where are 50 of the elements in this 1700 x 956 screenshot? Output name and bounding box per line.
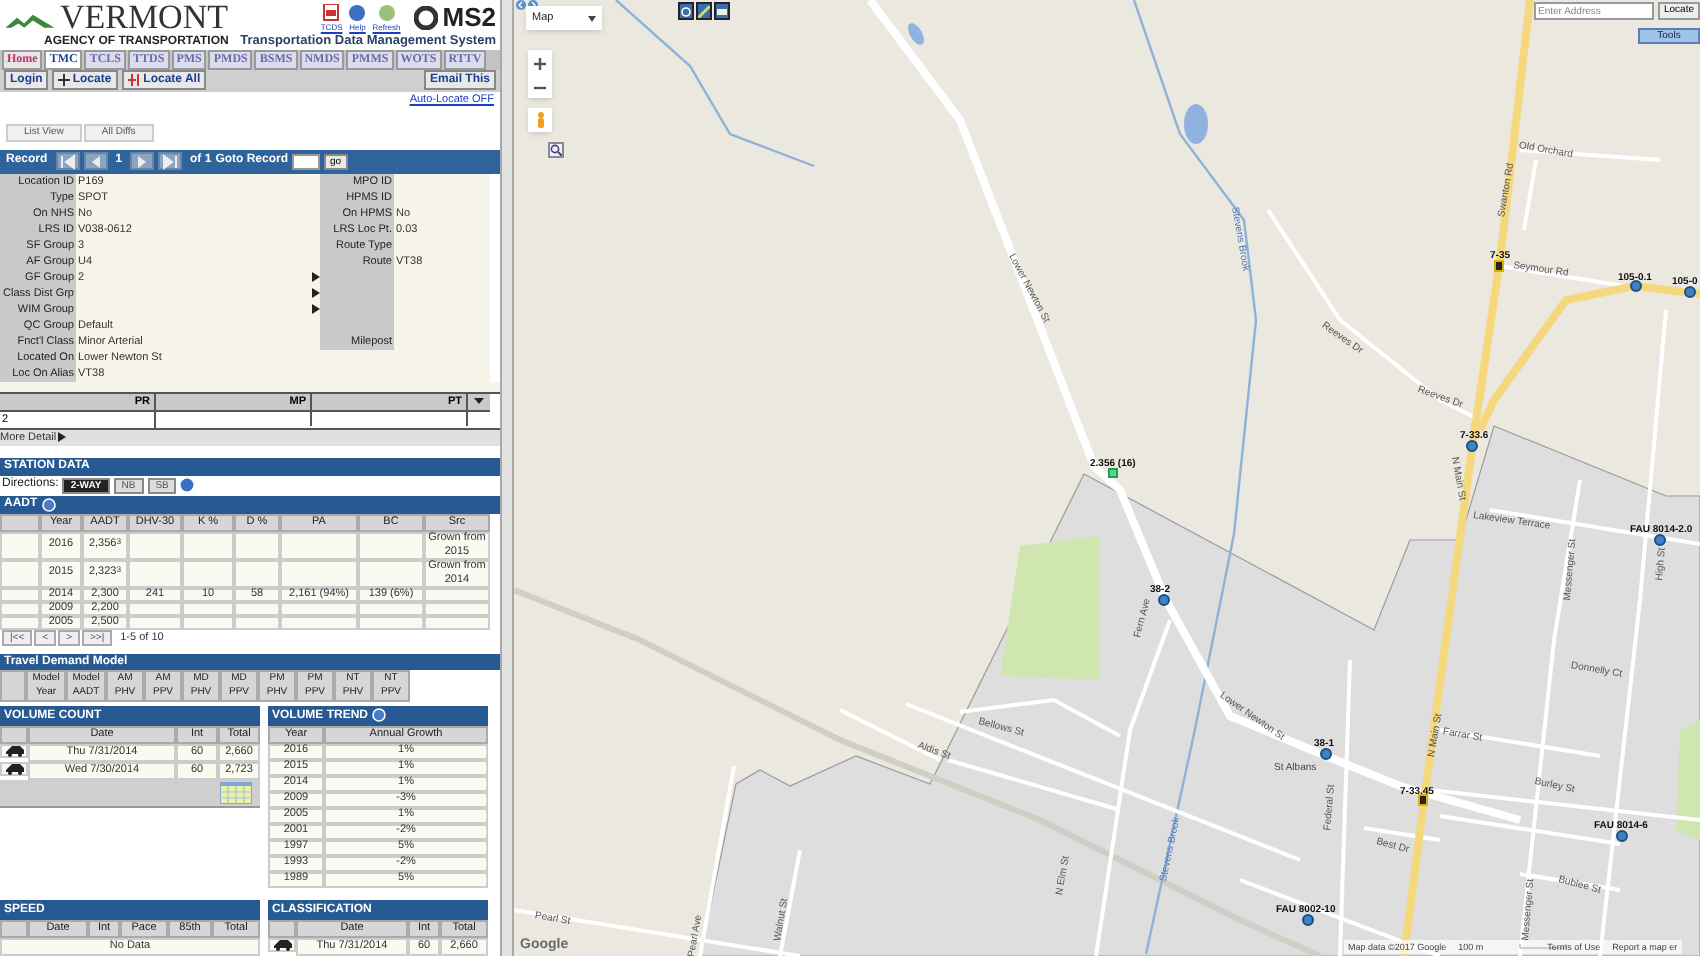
plus-icon xyxy=(58,74,71,87)
station-marker[interactable] xyxy=(1630,280,1642,292)
vehicle-icon xyxy=(5,761,23,776)
target-icon xyxy=(680,5,692,17)
zoom-control[interactable] xyxy=(528,50,552,98)
nav-prev-button[interactable] xyxy=(83,152,108,171)
ring-logo-icon xyxy=(414,5,439,29)
counter-marker[interactable] xyxy=(1494,260,1504,272)
help-icon xyxy=(180,478,195,493)
vehicle-icon xyxy=(5,743,23,758)
station-marker[interactable] xyxy=(1466,440,1478,452)
goto-input[interactable] xyxy=(292,153,321,170)
help-icon xyxy=(348,3,367,21)
prev-arrow-icon xyxy=(87,153,104,170)
map-tool-button[interactable] xyxy=(714,2,730,20)
map-tool-button[interactable] xyxy=(696,2,712,20)
ruler-icon xyxy=(698,5,710,17)
last-arrow-icon xyxy=(162,153,179,170)
empty-cell xyxy=(0,669,26,702)
mountain-logo-icon xyxy=(4,10,56,34)
next-arrow-icon xyxy=(134,153,151,170)
map-tool-button[interactable] xyxy=(678,2,694,20)
agency-name: VERMONT xyxy=(59,0,228,34)
caret-icon xyxy=(588,15,596,21)
nav-first-button[interactable] xyxy=(55,152,80,171)
nav-next-button[interactable] xyxy=(130,152,155,171)
help-icon xyxy=(372,708,386,723)
counter-marker[interactable] xyxy=(1418,794,1428,806)
magnifier-icon xyxy=(550,144,562,156)
nav-last-button[interactable] xyxy=(158,152,183,171)
person-icon xyxy=(535,112,545,128)
pond xyxy=(1184,104,1208,144)
park-area xyxy=(1676,720,1700,840)
first-arrow-icon xyxy=(59,153,76,170)
expand-arrow-icon xyxy=(58,432,67,443)
vehicle-icon xyxy=(273,937,291,952)
zoom-box-button[interactable] xyxy=(548,142,564,158)
park-area xyxy=(1000,536,1100,680)
count-marker[interactable] xyxy=(1108,468,1118,478)
caret-icon xyxy=(474,398,484,405)
zoom-in-icon xyxy=(534,58,546,70)
refresh-icon xyxy=(377,3,396,21)
plus-group-icon xyxy=(127,74,142,87)
station-marker[interactable] xyxy=(1684,286,1696,298)
left-arrow-icon xyxy=(516,0,526,10)
calendar-grid-icon xyxy=(220,781,252,804)
pond xyxy=(908,23,924,45)
layers-icon xyxy=(716,5,728,17)
product-logo: MS2 xyxy=(442,4,496,30)
help-icon xyxy=(41,497,56,512)
